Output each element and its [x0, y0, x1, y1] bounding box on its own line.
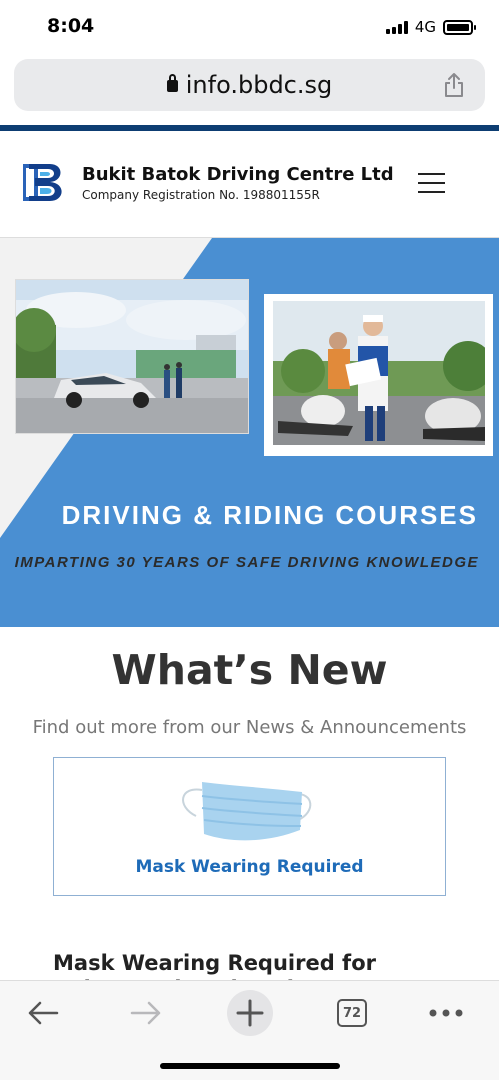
url-display[interactable]: info.bbdc.sg	[14, 71, 485, 99]
menu-icon[interactable]	[418, 173, 445, 193]
signal-icon	[385, 20, 408, 34]
company-info: Bukit Batok Driving Centre Ltd Company R…	[82, 164, 394, 202]
hero-title: DRIVING & RIDING COURSES	[61, 500, 478, 530]
news-card-image[interactable]: Mask Wearing Required	[53, 757, 446, 896]
status-time: 8:04	[47, 15, 95, 37]
url-text: info.bbdc.sg	[185, 71, 333, 99]
hero-photo-motorcycle	[264, 294, 493, 456]
forward-button[interactable]	[124, 993, 168, 1033]
status-bar: 8:04 4G	[0, 0, 499, 52]
company-registration: Company Registration No. 198801155R	[82, 188, 320, 202]
bbdc-logo[interactable]	[20, 160, 68, 205]
hero-subtitle: IMPARTING 30 YEARS OF SAFE DRIVING KNOWL…	[14, 554, 479, 571]
more-button[interactable]	[424, 993, 468, 1033]
more-icon	[429, 1009, 463, 1017]
hero-photo-car	[15, 279, 249, 434]
new-tab-icon	[236, 999, 264, 1027]
status-indicators: 4G	[385, 18, 476, 36]
tabs-icon: 72	[337, 999, 367, 1027]
share-icon[interactable]	[443, 72, 465, 98]
network-type: 4G	[414, 18, 436, 36]
hero-banner[interactable]: DRIVING & RIDING COURSES IMPARTING 30 YE…	[0, 238, 499, 627]
tabs-button[interactable]: 72	[330, 993, 374, 1033]
home-indicator[interactable]	[160, 1063, 340, 1069]
company-name: Bukit Batok Driving Centre Ltd	[82, 164, 394, 185]
face-mask-icon	[182, 782, 312, 841]
news-card-caption: Mask Wearing Required	[135, 857, 364, 877]
address-bar[interactable]: info.bbdc.sg	[14, 59, 485, 111]
new-tab-button[interactable]	[227, 990, 273, 1036]
back-button[interactable]	[21, 993, 65, 1033]
site-header: Bukit Batok Driving Centre Ltd Company R…	[0, 131, 499, 238]
lock-icon	[166, 74, 178, 92]
whats-new-subtitle: Find out more from our News & Announceme…	[32, 717, 467, 738]
whats-new-title: What’s New	[111, 646, 388, 694]
forward-icon	[130, 1001, 161, 1025]
battery-icon	[443, 19, 476, 35]
news-headline[interactable]: Mask Wearing Required for Indoor and Enc…	[53, 950, 453, 980]
back-icon	[28, 1001, 59, 1025]
